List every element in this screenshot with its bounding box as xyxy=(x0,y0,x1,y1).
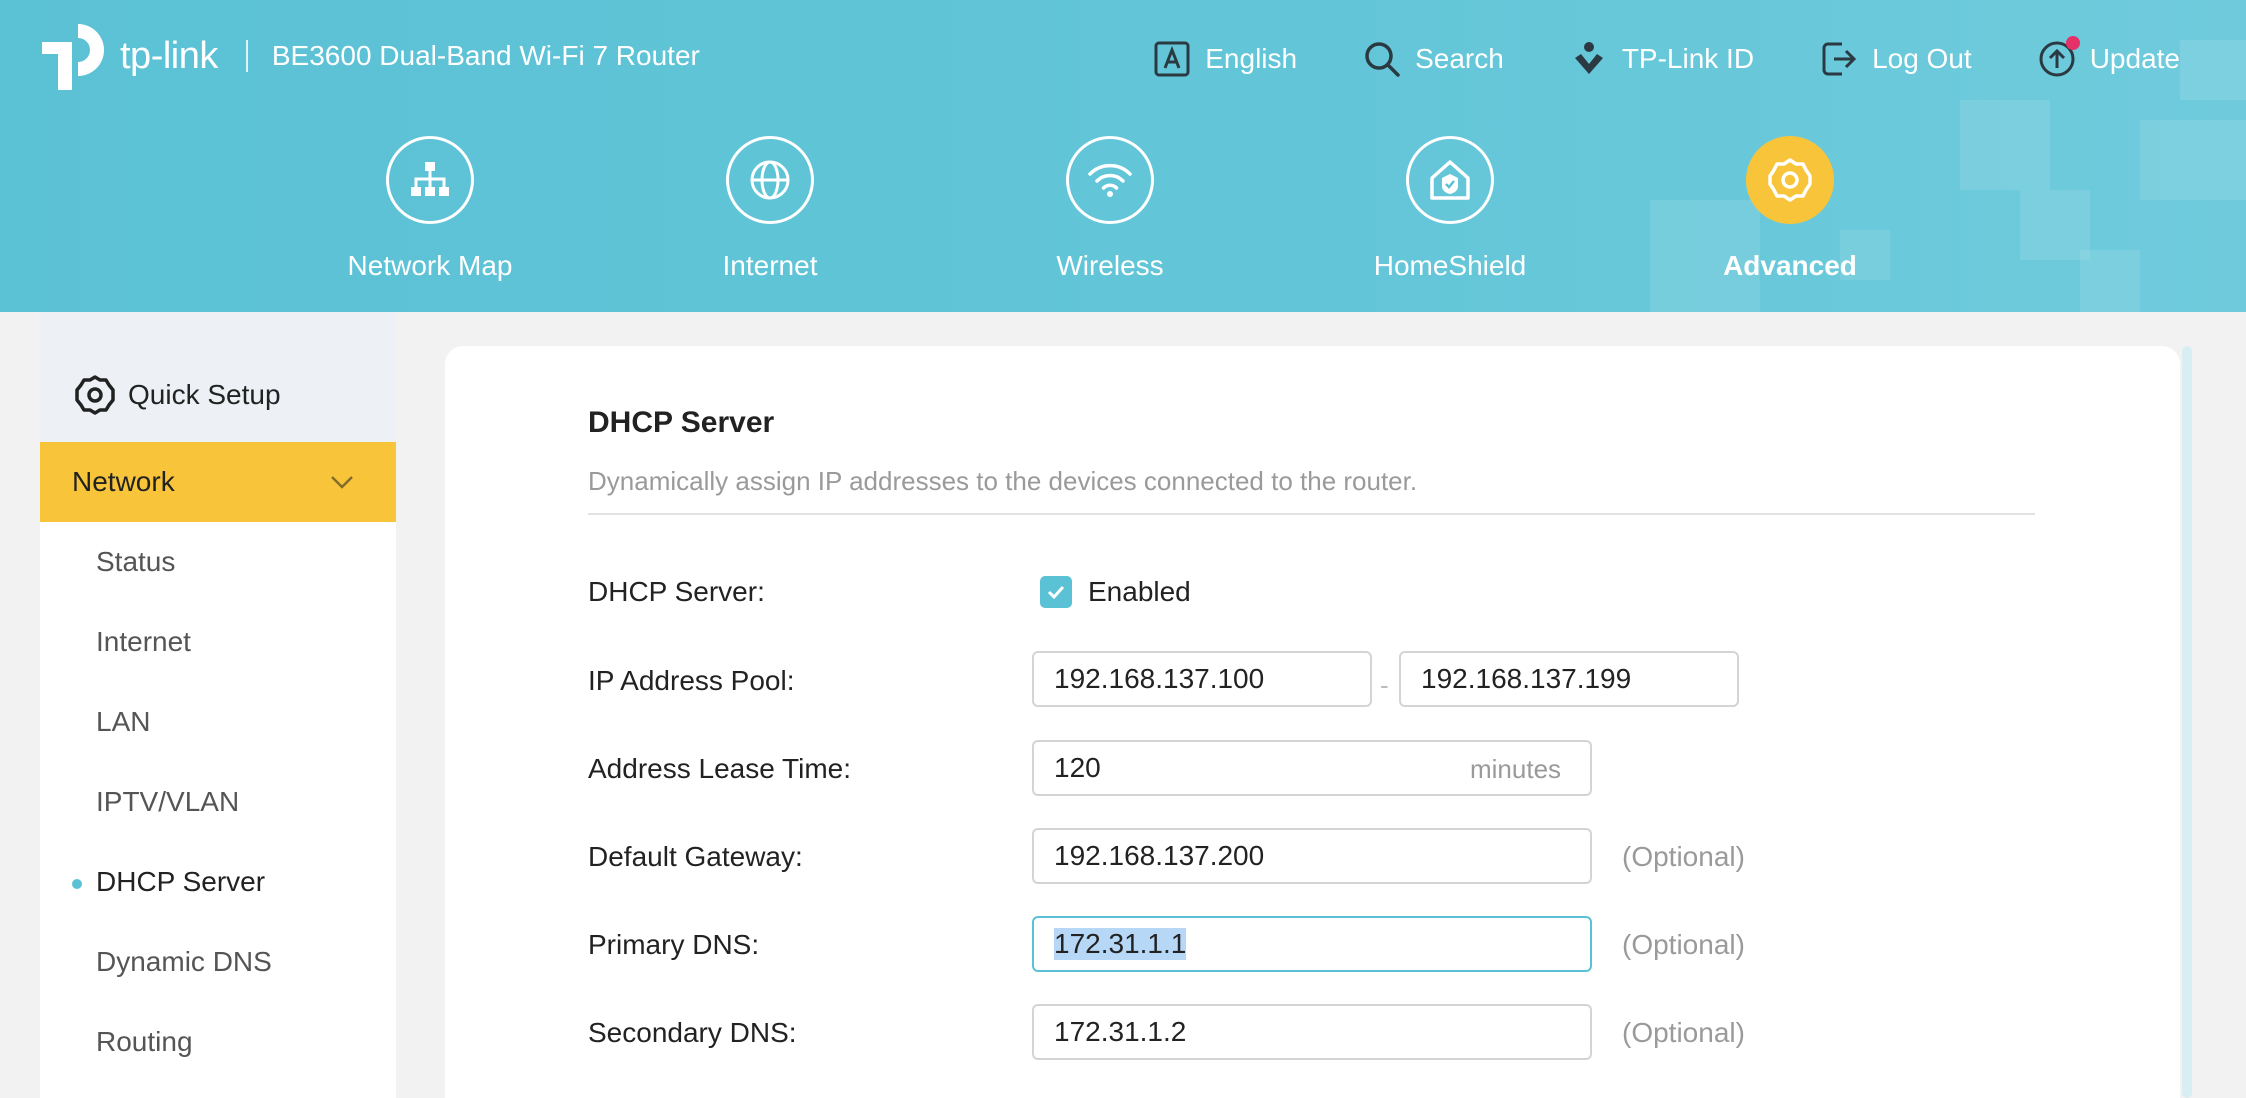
sidebar-item-label: Dynamic DNS xyxy=(96,946,272,977)
sidebar-items: Status Internet LAN IPTV/VLAN DHCP Serve… xyxy=(40,522,396,1082)
nav-icon-circle xyxy=(726,136,814,224)
section-divider xyxy=(588,513,2035,515)
secondary-dns-input[interactable] xyxy=(1032,1004,1592,1060)
secondary-dns-optional-hint: (Optional) xyxy=(1622,1017,1745,1048)
nav-label: Advanced xyxy=(1723,250,1857,281)
dhcp-enabled-checkbox[interactable] xyxy=(1040,576,1072,608)
primary-dns-selected-text: 172.31.1.1 xyxy=(1054,928,1187,960)
primary-dns-optional-hint: (Optional) xyxy=(1622,929,1745,960)
sidebar-item-status[interactable]: Status xyxy=(40,522,396,602)
tplink-id-label: TP-Link ID xyxy=(1621,43,1755,74)
language-icon xyxy=(1154,41,1190,77)
quick-setup-icon xyxy=(75,375,115,415)
header-decoration xyxy=(2140,120,2246,200)
sidebar-item-lan[interactable]: LAN xyxy=(40,682,396,762)
top-actions: English Search TP-Link ID Log Out Update xyxy=(1087,36,2180,78)
sidebar-item-label: Status xyxy=(96,546,176,577)
quick-setup-label: Quick Setup xyxy=(128,379,281,410)
nav-network-map[interactable]: Network Map xyxy=(320,136,540,282)
header-decoration xyxy=(2080,250,2140,312)
checkmark-icon xyxy=(1047,585,1065,600)
brand[interactable]: tp-link BE3600 Dual-Band Wi-Fi 7 Router xyxy=(38,20,700,92)
header-decoration xyxy=(1960,100,2050,190)
sidebar-item-routing[interactable]: Routing xyxy=(40,1002,396,1082)
tplink-id-button[interactable]: TP-Link ID xyxy=(1570,40,1754,78)
homeshield-icon xyxy=(1430,160,1470,200)
content-panel xyxy=(445,346,2180,1098)
nav-icon-circle xyxy=(386,136,474,224)
default-gateway-label: Default Gateway: xyxy=(588,841,803,872)
nav-label: Wireless xyxy=(1056,250,1164,281)
nav-icon-circle xyxy=(1066,136,1154,224)
sidebar-section-network[interactable]: Network xyxy=(40,442,396,522)
lease-time-unit: minutes xyxy=(1470,754,1562,784)
nav-label: HomeShield xyxy=(1373,250,1527,281)
sidebar-item-label: IPTV/VLAN xyxy=(96,786,240,817)
sidebar-item-label: Routing xyxy=(96,1026,193,1057)
logout-icon xyxy=(1822,42,1857,76)
secondary-dns-label: Secondary DNS: xyxy=(588,1017,797,1048)
header-decoration xyxy=(2180,40,2246,100)
language-label: English xyxy=(1205,43,1298,74)
brand-name: tp-link xyxy=(120,34,218,77)
nav-icon-circle xyxy=(1746,136,1834,224)
sidebar-item-iptv-vlan[interactable]: IPTV/VLAN xyxy=(40,762,396,842)
brand-divider xyxy=(245,40,248,72)
ip-pool-start-input[interactable] xyxy=(1032,651,1372,707)
sidebar-item-internet[interactable]: Internet xyxy=(40,602,396,682)
section-title: DHCP Server xyxy=(588,406,775,439)
nav-label: Internet xyxy=(722,250,818,281)
logout-label: Log Out xyxy=(1872,43,1972,74)
nav-icon-circle xyxy=(1406,136,1494,224)
dhcp-server-label: DHCP Server: xyxy=(588,576,765,607)
quick-setup-link[interactable]: Quick Setup xyxy=(40,312,396,442)
ip-pool-label: IP Address Pool: xyxy=(588,665,795,696)
ip-pool-separator: - xyxy=(1380,670,1389,700)
nav-advanced[interactable]: Advanced xyxy=(1680,136,1900,282)
default-gateway-optional-hint: (Optional) xyxy=(1622,841,1745,872)
tplink-logo-icon xyxy=(42,24,104,90)
language-button[interactable]: English xyxy=(1153,40,1297,78)
ip-pool-end-input[interactable] xyxy=(1399,651,1739,707)
search-label: Search xyxy=(1415,43,1504,74)
primary-dns-input[interactable]: 172.31.1.1 xyxy=(1032,916,1592,972)
network-map-icon xyxy=(411,162,449,196)
nav-wireless[interactable]: Wireless xyxy=(1000,136,1220,282)
search-icon xyxy=(1365,42,1400,77)
default-gateway-input[interactable] xyxy=(1032,828,1592,884)
dhcp-enabled-label[interactable]: Enabled xyxy=(1088,576,1191,608)
section-description: Dynamically assign IP addresses to the d… xyxy=(588,466,1418,496)
sidebar-item-label: Internet xyxy=(96,626,191,657)
tplink-id-icon xyxy=(1574,42,1603,74)
update-button[interactable]: Update xyxy=(2038,36,2180,78)
nav-label: Network Map xyxy=(347,250,513,281)
primary-dns-label: Primary DNS: xyxy=(588,929,760,960)
sidebar-item-dynamic-dns[interactable]: Dynamic DNS xyxy=(40,922,396,1002)
gear-icon xyxy=(1768,158,1812,202)
sidebar-item-label: LAN xyxy=(96,706,151,737)
sidebar: Quick Setup Network Status Internet LAN … xyxy=(40,312,396,1098)
nav-homeshield[interactable]: HomeShield xyxy=(1340,136,1560,282)
wifi-icon xyxy=(1088,163,1132,197)
sidebar-section-label: Network xyxy=(72,466,175,497)
chevron-down-icon xyxy=(331,476,353,489)
top-header: tp-link BE3600 Dual-Band Wi-Fi 7 Router … xyxy=(0,0,2246,312)
sidebar-item-label: DHCP Server xyxy=(96,866,266,897)
nav-internet[interactable]: Internet xyxy=(660,136,880,282)
router-model: BE3600 Dual-Band Wi-Fi 7 Router xyxy=(271,40,700,71)
content-scrollbar[interactable] xyxy=(2182,346,2192,1098)
logout-button[interactable]: Log Out xyxy=(1820,40,1972,78)
lease-time-label: Address Lease Time: xyxy=(588,753,852,784)
update-notification-dot xyxy=(2065,36,2080,50)
search-button[interactable]: Search xyxy=(1363,40,1504,78)
globe-icon xyxy=(750,160,790,200)
sidebar-item-dhcp-server[interactable]: DHCP Server xyxy=(40,842,396,922)
update-label: Update xyxy=(2089,43,2180,74)
